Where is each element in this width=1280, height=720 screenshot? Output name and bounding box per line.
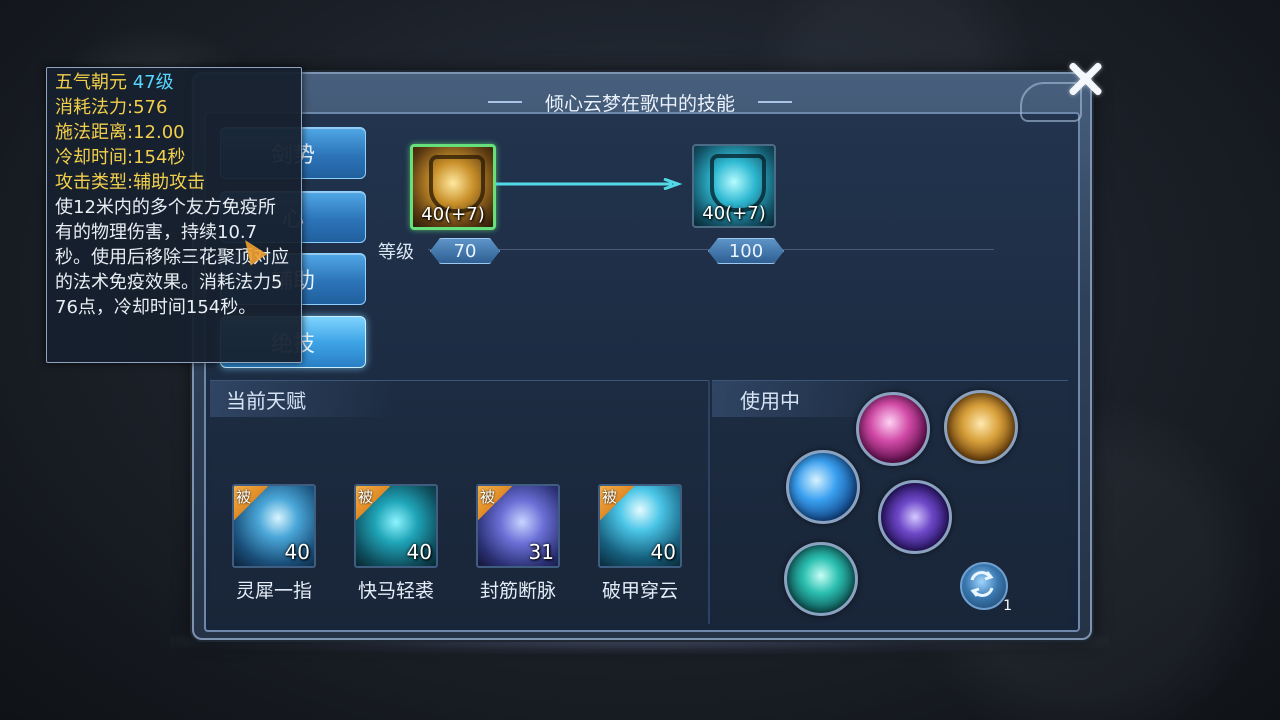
talent-item[interactable]: 被 31 封筋断脉 xyxy=(476,484,560,603)
talent-level: 40 xyxy=(284,540,310,564)
skill-tooltip: 五气朝元 47级 消耗法力:576 施法距离:12.00 冷却时间:154秒 攻… xyxy=(46,67,302,363)
talent-level: 40 xyxy=(406,540,432,564)
close-button[interactable] xyxy=(1062,56,1108,102)
talent-name: 灵犀一指 xyxy=(235,580,312,602)
talent-name: 快马轻裘 xyxy=(357,580,434,602)
talent-level: 31 xyxy=(528,540,554,564)
skill-node-next[interactable]: 40(+7) xyxy=(692,144,776,228)
tooltip-cooldown: 冷却时间:154秒 xyxy=(55,147,186,168)
tooltip-skill-name: 五气朝元 xyxy=(55,72,127,93)
teal-figures-icon[interactable] xyxy=(784,542,858,616)
talent-item[interactable]: 被 40 灵犀一指 xyxy=(232,484,316,603)
tooltip-title-row: 五气朝元 47级 xyxy=(55,70,293,95)
tooltip-attack-type: 攻击类型:辅助攻击 xyxy=(55,172,206,193)
purple-sword-icon[interactable] xyxy=(878,480,952,554)
passive-badge: 被 xyxy=(356,486,390,520)
lightning-finger-icon: 被 40 xyxy=(232,484,316,568)
skill-node-current[interactable]: 40(+7) xyxy=(410,144,496,230)
dialog-title: 倾心云梦在歌中的技能 xyxy=(480,88,800,116)
talent-name: 封筋断脉 xyxy=(479,580,556,602)
talent-item[interactable]: 被 40 破甲穿云 xyxy=(598,484,682,603)
tooltip-skill-level: 47级 xyxy=(132,72,174,93)
skill-node-level: 40(+7) xyxy=(702,203,766,224)
raised-fist-magenta-icon[interactable] xyxy=(856,392,930,466)
talent-item[interactable]: 被 40 快马轻裘 xyxy=(354,484,438,603)
swap-arrows-icon xyxy=(970,571,994,597)
passive-badge: 被 xyxy=(234,486,268,520)
passive-badge: 被 xyxy=(600,486,634,520)
tooltip-range: 施法距离:12.00 xyxy=(55,122,185,143)
tooltip-cost: 消耗法力:576 xyxy=(55,97,168,118)
talent-name: 破甲穿云 xyxy=(601,580,678,602)
required-level-badge: 70 xyxy=(430,238,500,264)
swap-count: 1 xyxy=(1003,598,1012,614)
upgrade-arrow-icon xyxy=(496,178,683,190)
level-label: 等级 xyxy=(378,242,414,263)
seal-meridian-icon: 被 31 xyxy=(476,484,560,568)
skill-node-level: 40(+7) xyxy=(421,204,485,225)
swap-skill-button[interactable]: 1 xyxy=(960,562,1012,614)
running-figure-icon: 被 40 xyxy=(354,484,438,568)
open-hand-gold-icon[interactable] xyxy=(944,390,1018,464)
armor-pierce-icon: 被 40 xyxy=(598,484,682,568)
passive-badge: 被 xyxy=(478,486,512,520)
blue-wave-slash-icon[interactable] xyxy=(786,450,860,524)
talent-level: 40 xyxy=(650,540,676,564)
section-divider xyxy=(708,380,710,624)
talents-header: 当前天赋 xyxy=(210,381,396,417)
required-level-badge: 100 xyxy=(708,238,784,264)
